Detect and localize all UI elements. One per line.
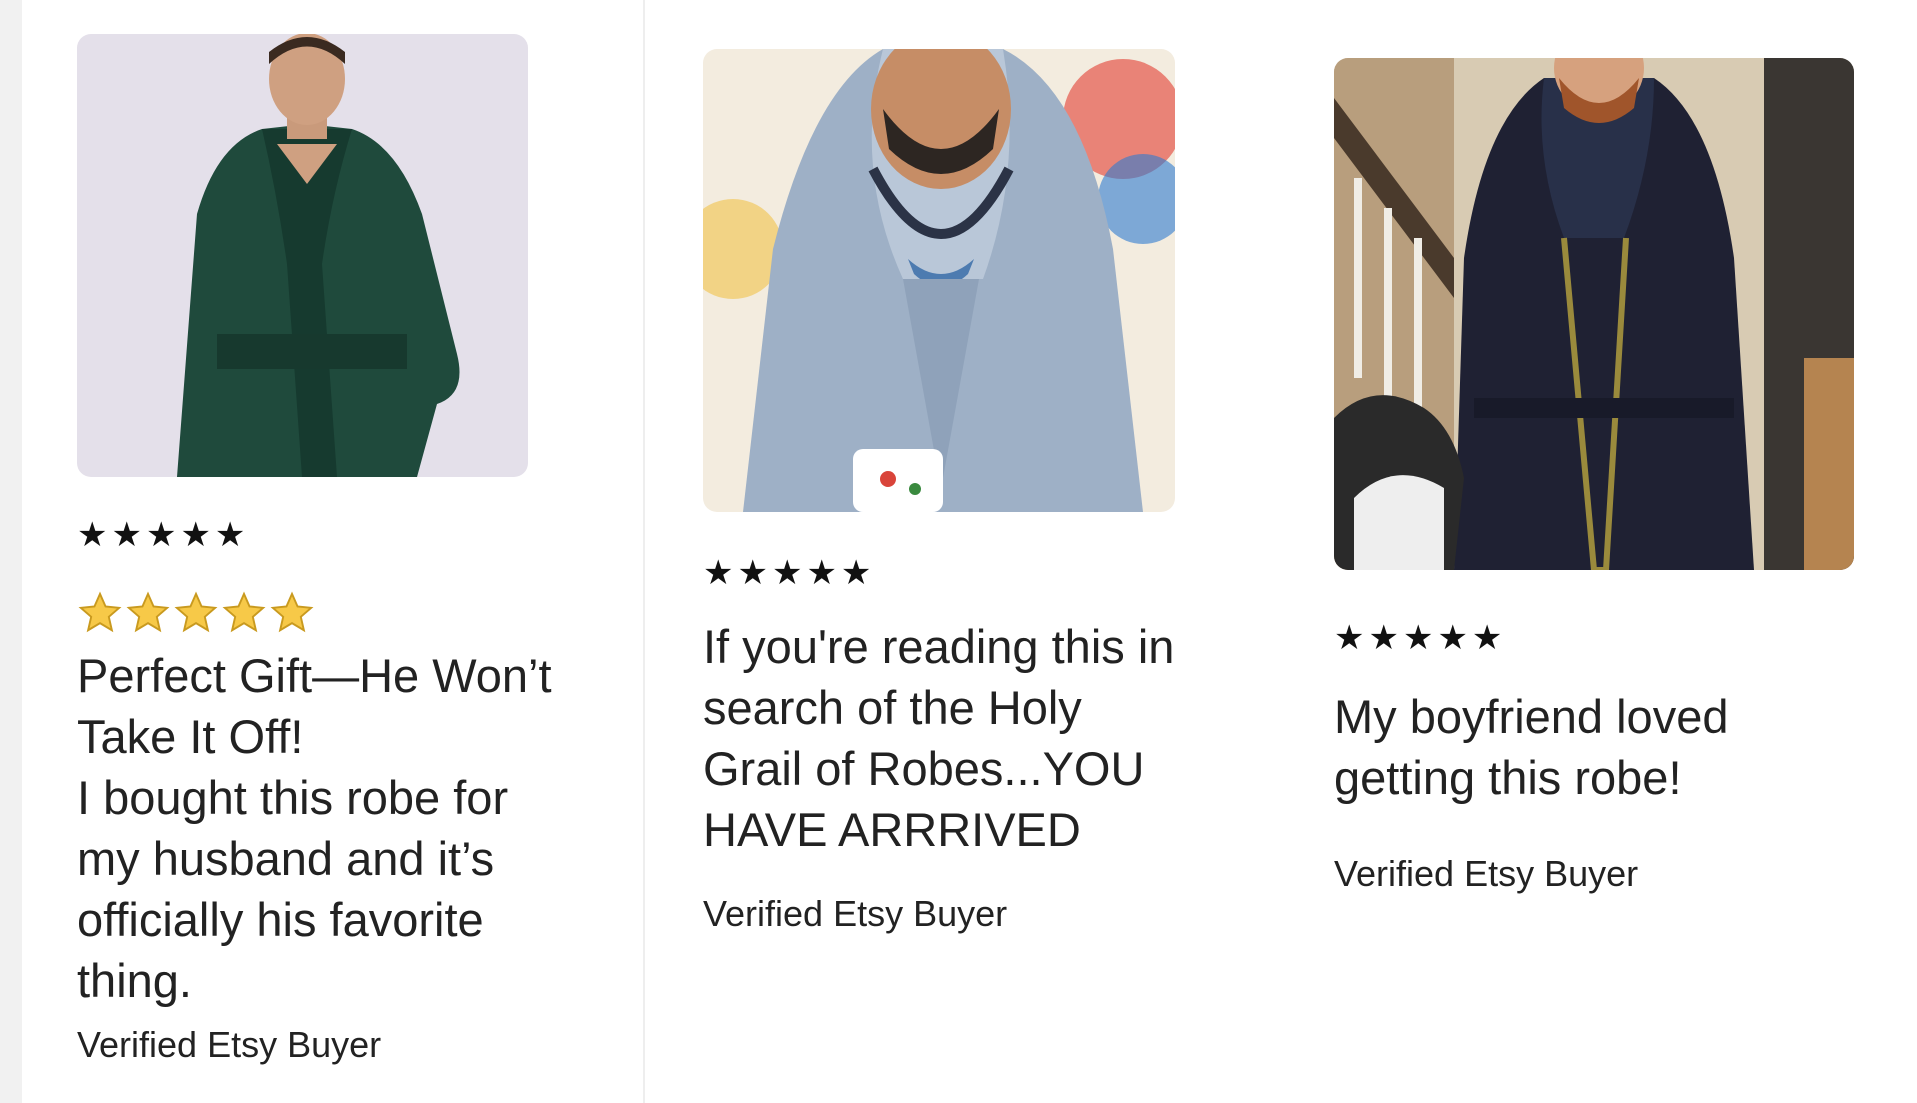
rating-stars: ★★★★★ — [77, 515, 250, 555]
emoji-rating-stars — [77, 590, 315, 636]
review-text-line: Take It Off! — [77, 710, 304, 763]
buyer-label: Verified Etsy Buyer — [77, 1024, 382, 1065]
column-divider — [643, 0, 645, 1103]
review-text-line: getting this robe! — [1334, 751, 1682, 804]
review-text: Perfect Gift—He Won’t Take It Off! I bou… — [77, 645, 552, 1011]
man-in-black-robe-with-husky-photo[interactable] — [1334, 58, 1854, 570]
buyer-label: Verified Etsy Buyer — [1334, 853, 1639, 894]
review-text-line: Grail of Robes...YOU — [703, 742, 1145, 795]
gold-star-icon — [222, 591, 266, 633]
man-in-green-velvet-robe-photo[interactable] — [77, 34, 528, 477]
review-text: My boyfriend loved getting this robe! — [1334, 686, 1728, 808]
gold-star-icon — [126, 591, 170, 633]
review-text: If you're reading this in search of the … — [703, 616, 1174, 860]
review-text-line: HAVE ARRRIVED — [703, 803, 1081, 856]
rating-stars: ★★★★★ — [1334, 618, 1507, 658]
watercolor-man-in-grey-hooded-robe-photo[interactable] — [703, 49, 1175, 512]
review-text-line: my husband and it’s — [77, 832, 495, 885]
gold-star-icon — [78, 591, 122, 633]
buyer-label: Verified Etsy Buyer — [703, 893, 1008, 934]
review-text-line: thing. — [77, 954, 192, 1007]
review-text-line: search of the Holy — [703, 681, 1082, 734]
review-text-line: I bought this robe for — [77, 771, 509, 824]
left-gutter — [0, 0, 22, 1103]
review-text-line: Perfect Gift—He Won’t — [77, 649, 552, 702]
review-text-line: My boyfriend loved — [1334, 690, 1729, 743]
gold-star-icon — [174, 591, 218, 633]
review-text-line: officially his favorite — [77, 893, 484, 946]
review-text-line: If you're reading this in — [703, 620, 1175, 673]
rating-stars: ★★★★★ — [703, 553, 876, 593]
gold-star-icon — [270, 591, 314, 633]
